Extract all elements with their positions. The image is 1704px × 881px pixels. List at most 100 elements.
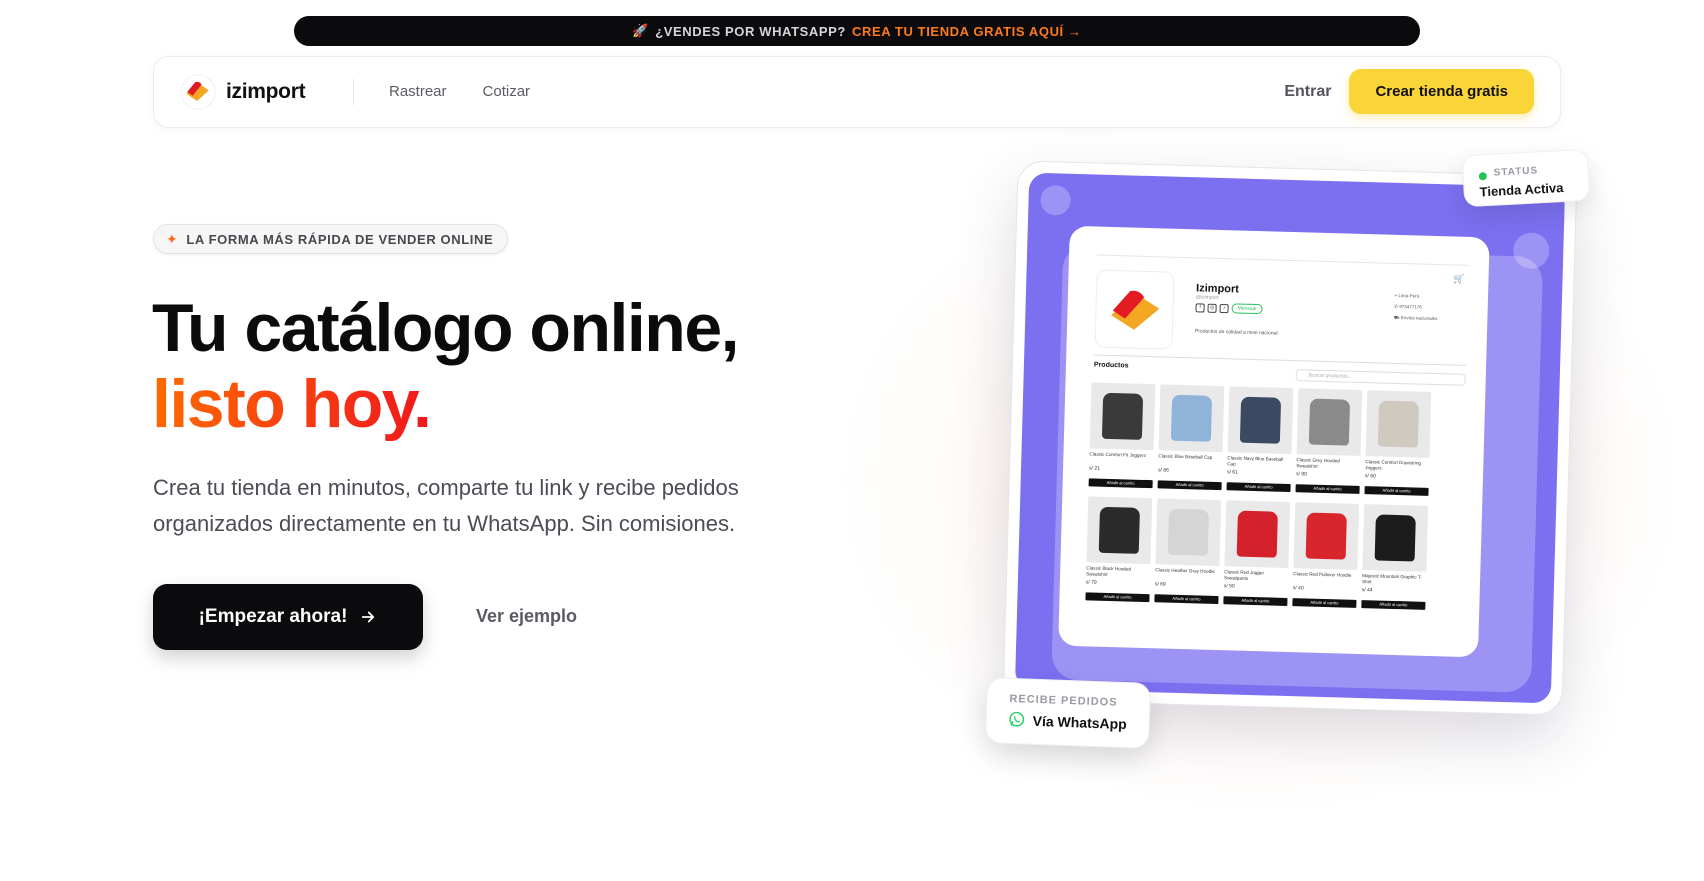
navbar: izimport Rastrear Cotizar Entrar Crear t… [153,56,1561,128]
product-price: s/ 44 [1361,587,1373,594]
add-to-cart-button[interactable]: Añadir al carrito [1157,480,1222,491]
nav-link-cotizar[interactable]: Cotizar [483,83,531,100]
add-to-cart-button[interactable]: Añadir al carrito [1361,600,1426,610]
arrow-right-icon [362,611,375,623]
product-image[interactable] [1365,390,1432,458]
izimport-logo-icon [1111,290,1160,330]
facebook-icon[interactable]: f [1195,302,1205,313]
product-search-input[interactable]: Buscar productos... [1295,369,1466,386]
create-store-button[interactable]: Crear tienda gratis [1349,69,1534,114]
sparkle-icon: ✦ [166,230,179,247]
hero-subtitle: Crea tu tienda en minutos, comparte tu l… [153,475,739,536]
store-description: Productos de calidad a nivel nacional. [1194,328,1279,337]
product-card[interactable]: Classic Blue Baseball Cap s/ 86 Añadir al … [1157,384,1225,494]
product-card[interactable]: Classic Black Hooded Sweatshirt s/ 79 Añad… [1085,496,1153,606]
product-name: Classic Grey Hooded Sweatshirt [1296,457,1340,469]
store-header: Izimport @izimport f ◎ ♪ Mensaje Product… [1094,254,1469,355]
product-silhouette [1098,506,1140,554]
status-value: Tienda Activa [1479,180,1564,200]
whatsapp-card: RECIBE PEDIDOS Vía WhatsApp [984,677,1152,749]
add-to-cart-button[interactable]: Añadir al carrito [1085,592,1150,603]
nav-divider [353,79,354,105]
login-link[interactable]: Entrar [1284,83,1331,101]
shipping-info: ⛟ Envíos nacionales [1393,314,1438,322]
cart-icon[interactable]: 🛒 [1453,273,1464,284]
product-silhouette [1374,514,1416,562]
hero-badge-text: LA FORMA MÁS RÁPIDA DE VENDER ONLINE [186,231,494,247]
product-name: Classic Heather Gray Hoodie [1155,567,1215,574]
add-to-cart-button[interactable]: Añadir al carrito [1226,482,1291,493]
product-card[interactable]: Classic Grey Hooded Sweatshirt s/ 90 Añadi… [1295,388,1363,498]
product-silhouette [1305,512,1347,560]
store-info: ⌖ Lima-Perú ✆ 973477176 ⛟ Envíos naciona… [1394,290,1438,324]
product-image[interactable] [1158,384,1225,453]
product-card[interactable]: Majestic Mountain Graphic T-Shirt s/ 44 Añ… [1361,504,1429,614]
product-grid: Classic Comfort Fit Joggers s/ 21 Añadir a… [1085,382,1441,614]
product-image[interactable] [1296,388,1363,456]
tiktok-icon[interactable]: ♪ [1219,303,1229,313]
status-dot [1478,172,1488,181]
product-price: s/ 79 [1085,579,1097,586]
product-card[interactable]: Classic Comfort Drawstring Joggers s/ 60 A… [1364,390,1432,500]
product-card[interactable]: Classic Comfort Fit Joggers s/ 21 Añadir a… [1088,382,1156,492]
instagram-icon[interactable]: ◎ [1207,303,1217,313]
decor-circle [1040,184,1071,216]
product-image[interactable] [1293,502,1360,570]
product-name: Classic Red Pullover Hoodie [1293,571,1352,578]
status-card: STATUS Tienda Activa [1461,148,1591,208]
add-to-cart-button[interactable]: Añadir al carrito [1292,598,1357,608]
whatsapp-card-value: Vía WhatsApp [1032,712,1128,733]
view-example-link[interactable]: Ver ejemplo [476,606,577,627]
product-silhouette [1239,396,1282,444]
product-silhouette [1236,510,1278,558]
announcement-bar[interactable]: 🚀 ¿VENDES POR WHATSAPP? CREA TU TIENDA G… [294,16,1420,46]
product-price: s/ 50 [1223,583,1235,590]
product-silhouette [1101,392,1144,440]
product-name: Classic Comfort Drawstring Joggers [1365,459,1422,471]
product-image[interactable] [1362,504,1429,572]
product-card[interactable]: Classic Heather Gray Hoodie s/ 69 Añadir a… [1154,498,1222,608]
brand-name: izimport [226,80,306,103]
product-image[interactable] [1086,496,1153,565]
brand-logo-link[interactable]: izimport [180,74,306,110]
product-image[interactable] [1155,498,1222,567]
product-image[interactable] [1227,386,1294,455]
product-name: Classic Blue Baseball Cap [1158,453,1213,460]
product-silhouette [1308,398,1351,446]
product-price: s/ 60 [1364,473,1376,480]
nav-link-rastrear[interactable]: Rastrear [389,83,447,100]
store-preview: Izimport @izimport f ◎ ♪ Mensaje Product… [1058,225,1490,658]
tablet-mockup: Izimport @izimport f ◎ ♪ Mensaje Product… [1002,160,1578,716]
product-image[interactable] [1089,382,1156,451]
add-to-cart-button[interactable]: Añadir al carrito [1154,594,1219,605]
tablet-frame: Izimport @izimport f ◎ ♪ Mensaje Product… [1002,160,1578,716]
nav-actions: Entrar Crear tienda gratis [1284,69,1534,114]
product-card[interactable]: Classic Red Jogger Sweatpants s/ 50 Añadir… [1223,500,1291,610]
product-card[interactable]: Classic Navy Blue Baseball Cap s/ 61 Añadi… [1226,386,1294,496]
product-silhouette [1377,400,1420,448]
product-image[interactable] [1224,500,1291,569]
izimport-logo-icon [180,74,216,110]
product-card[interactable]: Classic Red Pullover Hoodie s/ 40 Añadir a… [1292,502,1360,612]
add-to-cart-button[interactable]: Añadir al carrito [1223,596,1288,606]
store-handle: @izimport [1195,294,1219,301]
product-price: s/ 61 [1226,469,1238,476]
add-to-cart-button[interactable]: Añadir al carrito [1295,484,1360,494]
nav-links: Rastrear Cotizar [389,83,530,100]
announcement-cta-link[interactable]: CREA TU TIENDA GRATIS AQUÍ → [852,24,1082,39]
product-name: Classic Black Hooded Sweatshirt [1086,565,1132,577]
hero-badge: ✦ LA FORMA MÁS RÁPIDA DE VENDER ONLINE [153,224,509,254]
hero-headline: Tu catálogo online, listo hoy. [152,290,740,442]
add-to-cart-button[interactable]: Añadir al carrito [1088,478,1153,489]
product-price: s/ 90 [1295,471,1307,478]
whatsapp-message-pill[interactable]: Mensaje [1231,303,1263,315]
product-name: Majestic Mountain Graphic T-Shirt [1361,573,1422,585]
status-label: STATUS [1493,165,1539,179]
headline-line-1: Tu catálogo online, [152,290,740,366]
add-to-cart-button[interactable]: Añadir al carrito [1364,486,1429,496]
product-name: Classic Comfort Fit Joggers [1089,451,1146,458]
rocket-icon: 🚀 [632,23,650,38]
store-socials: f ◎ ♪ Mensaje [1195,302,1263,315]
start-now-button[interactable]: ¡Empezar ahora! [153,584,423,650]
product-name: Classic Red Jogger Sweatpants [1224,569,1265,581]
